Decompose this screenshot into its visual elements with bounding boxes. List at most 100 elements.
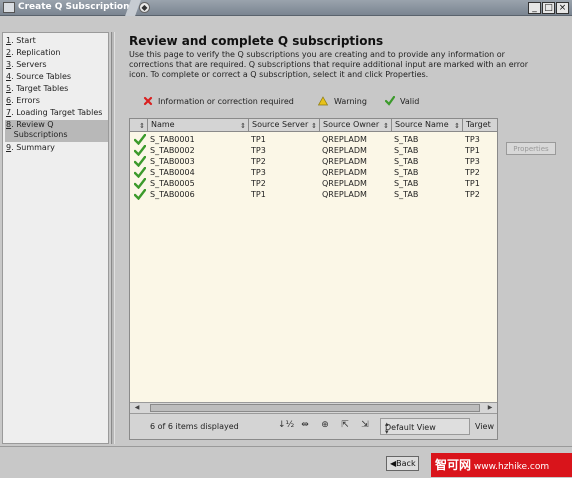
site-watermark: 智可网 www.hzhike.com <box>431 453 572 477</box>
cell-source-server: TP2 <box>251 179 266 188</box>
horizontal-scrollbar[interactable]: ◀ ▶ <box>130 402 497 413</box>
page-description: Use this page to verify the Q subscripti… <box>129 50 529 79</box>
table-row[interactable]: S_TAB0005 TP2 QREPLADM S_TAB TP1 <box>130 178 497 189</box>
cell-source-owner: QREPLADM <box>322 168 367 177</box>
scroll-right-icon[interactable]: ▶ <box>485 403 495 413</box>
sort-icon: ⇕ <box>454 122 460 130</box>
column-label: Source Name <box>395 120 449 129</box>
cell-source-owner: QREPLADM <box>322 179 367 188</box>
nav-item-replication[interactable]: 2. Replication <box>5 48 108 60</box>
nav-item-servers[interactable]: 3. Servers <box>5 60 108 72</box>
close-button[interactable]: × <box>556 2 569 14</box>
scrollbar-thumb[interactable] <box>150 404 480 412</box>
find-icon[interactable]: ⊕ <box>318 420 332 432</box>
table-row[interactable]: S_TAB0001 TP1 QREPLADM S_TAB TP3 <box>130 134 497 145</box>
cell-target: TP2 <box>465 168 480 177</box>
subscriptions-table: ⇕ Name ⇕ Source Server ⇕ Source Owner ⇕ Sou… <box>129 118 498 440</box>
valid-check-icon <box>134 134 146 145</box>
valid-check-icon <box>134 167 146 178</box>
table-row[interactable]: S_TAB0004 TP3 QREPLADM S_TAB TP2 <box>130 167 497 178</box>
view-button[interactable]: View <box>472 418 498 435</box>
wizard-steps-nav: 1. Start 2. Replication 3. Servers 4. So… <box>2 32 109 444</box>
page-title: Review and complete Q subscriptions <box>129 34 384 48</box>
sort-icon[interactable]: ↓½ <box>278 420 294 432</box>
cell-source-owner: QREPLADM <box>322 135 367 144</box>
cell-name: S_TAB0001 <box>150 135 195 144</box>
nav-num: 6 <box>6 96 12 105</box>
column-label: Source Owner <box>323 120 380 129</box>
table-row[interactable]: S_TAB0003 TP2 QREPLADM S_TAB TP3 <box>130 156 497 167</box>
nav-item-loading-target-tables[interactable]: 7. Loading Target Tables <box>5 108 108 120</box>
back-button[interactable]: ◀Back <box>386 456 419 471</box>
error-icon <box>143 96 153 106</box>
cell-source-server: TP2 <box>251 157 266 166</box>
window-title: Create Q Subscriptions <box>18 2 135 12</box>
wizard-button-bar: ◀Back 智可网 www.hzhike.com <box>0 446 572 478</box>
status-legend: Information or correction required Warni… <box>129 94 569 110</box>
cell-source-owner: QREPLADM <box>322 190 367 199</box>
column-label: Name <box>151 120 175 129</box>
scroll-left-icon[interactable]: ◀ <box>132 403 142 413</box>
cell-source-name: S_TAB <box>394 157 419 166</box>
window-titlebar: Create Q Subscriptions ◆ _ □ × <box>0 0 572 16</box>
view-select[interactable]: Default View ▴ ▾ <box>380 418 470 436</box>
nav-item-summary[interactable]: 9. Summary <box>5 143 108 155</box>
sort-icon: ⇕ <box>139 122 145 130</box>
nav-item-target-tables[interactable]: 5. Target Tables <box>5 84 108 96</box>
nav-item-review-q-subscriptions[interactable]: 8. Review Q Subscriptions <box>5 120 108 142</box>
columns-icon[interactable]: ⇹ <box>298 420 312 432</box>
pane-splitter[interactable] <box>111 32 115 444</box>
properties-button[interactable]: Properties <box>506 142 556 155</box>
column-label: Target <box>466 120 491 129</box>
cell-source-name: S_TAB <box>394 135 419 144</box>
nav-item-start[interactable]: 1. Start <box>5 36 108 48</box>
nav-label: Loading Target Tables <box>16 108 103 117</box>
nav-label: Servers <box>16 60 47 69</box>
cell-name: S_TAB0004 <box>150 168 195 177</box>
nav-num: 7 <box>6 108 12 117</box>
cell-source-server: TP1 <box>251 135 266 144</box>
table-row[interactable]: S_TAB0002 TP3 QREPLADM S_TAB TP1 <box>130 145 497 156</box>
nav-num: 2 <box>6 48 12 57</box>
window-menu-icon[interactable]: ◆ <box>139 2 150 13</box>
nav-label: Target Tables <box>16 84 69 93</box>
cell-name: S_TAB0003 <box>150 157 195 166</box>
column-header-name[interactable]: Name ⇕ <box>148 119 249 132</box>
column-label: Source Server <box>252 120 309 129</box>
cell-name: S_TAB0006 <box>150 190 195 199</box>
warning-icon <box>318 96 328 106</box>
nav-label: Summary <box>16 143 55 152</box>
cell-source-name: S_TAB <box>394 146 419 155</box>
status-column-header[interactable]: ⇕ <box>130 119 148 132</box>
maximize-button[interactable]: □ <box>542 2 555 14</box>
cell-name: S_TAB0002 <box>150 146 195 155</box>
cell-source-server: TP1 <box>251 190 266 199</box>
nav-label-line2: Subscriptions <box>13 130 68 139</box>
chevron-updown-icon: ▴ ▾ <box>385 420 389 436</box>
items-count: 6 of 6 items displayed <box>150 422 239 431</box>
column-header-source-server[interactable]: Source Server ⇕ <box>249 119 320 132</box>
cell-source-name: S_TAB <box>394 190 419 199</box>
watermark-cn-text: 智可网 <box>435 458 472 472</box>
nav-num: 8 <box>6 120 12 129</box>
nav-label: Replication <box>16 48 61 57</box>
sort-icon: ⇕ <box>383 122 389 130</box>
minimize-button[interactable]: _ <box>528 2 541 14</box>
sort-icon: ⇕ <box>240 122 246 130</box>
column-header-target[interactable]: Target <box>463 119 497 132</box>
nav-label: Review Q <box>16 120 54 129</box>
nav-num: 5 <box>6 84 12 93</box>
filter-icon[interactable]: ⇱ <box>338 420 352 432</box>
cell-source-owner: QREPLADM <box>322 157 367 166</box>
nav-item-source-tables[interactable]: 4. Source Tables <box>5 72 108 84</box>
legend-valid-label: Valid <box>400 97 420 106</box>
cell-source-server: TP3 <box>251 146 266 155</box>
valid-check-icon <box>385 96 395 106</box>
clear-filter-icon[interactable]: ⇲ <box>358 420 372 432</box>
app-icon <box>3 2 15 13</box>
column-header-source-name[interactable]: Source Name ⇕ <box>392 119 463 132</box>
nav-item-errors[interactable]: 6. Errors <box>5 96 108 108</box>
back-label: Back <box>396 459 416 468</box>
table-row[interactable]: S_TAB0006 TP1 QREPLADM S_TAB TP2 <box>130 189 497 200</box>
column-header-source-owner[interactable]: Source Owner ⇕ <box>320 119 392 132</box>
